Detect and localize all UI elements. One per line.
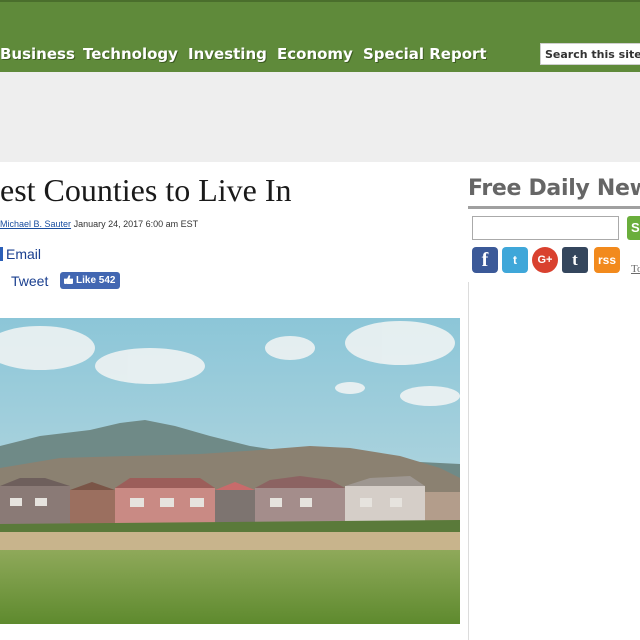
email-icon bbox=[0, 247, 3, 261]
heading-underline bbox=[468, 206, 640, 209]
nav-item-economy[interactable]: Economy bbox=[277, 45, 353, 63]
facebook-like-button[interactable]: Like 542 bbox=[60, 272, 121, 289]
twitter-icon[interactable]: t bbox=[502, 247, 528, 273]
thumbs-up-icon bbox=[64, 275, 73, 284]
article-date: January 24, 2017 6:00 am EST bbox=[73, 219, 199, 229]
email-label: Email bbox=[6, 246, 42, 262]
rss-icon[interactable]: rss bbox=[594, 247, 620, 273]
ad-banner-area bbox=[0, 72, 640, 162]
nav-item-special-report[interactable]: Special Report bbox=[363, 45, 487, 63]
nav-item-technology[interactable]: Technology bbox=[83, 45, 178, 63]
newsletter-submit-button[interactable]: S bbox=[627, 216, 640, 240]
author-link[interactable]: Michael B. Sauter bbox=[0, 219, 71, 229]
email-share-link[interactable]: Email bbox=[0, 246, 41, 262]
nav-item-investing[interactable]: Investing bbox=[188, 45, 267, 63]
newsletter-heading: Free Daily New bbox=[468, 176, 640, 201]
tweet-button[interactable]: Tweet bbox=[11, 273, 48, 289]
article-byline: Michael B. Sauter January 24, 2017 6:00 … bbox=[0, 219, 198, 229]
google-plus-icon[interactable]: G+ bbox=[532, 247, 558, 273]
facebook-icon[interactable]: f bbox=[472, 247, 498, 273]
hero-image-coastal-houses bbox=[0, 318, 460, 624]
like-label: Like 542 bbox=[76, 275, 116, 286]
top-navigation-bar: Business Technology Investing Economy Sp… bbox=[0, 0, 640, 72]
article-title: est Counties to Live In bbox=[0, 172, 292, 208]
tumblr-icon[interactable]: t bbox=[562, 247, 588, 273]
newsletter-email-input[interactable] bbox=[472, 216, 619, 240]
sidebar-partial-link[interactable]: To bbox=[631, 263, 640, 275]
search-input[interactable] bbox=[540, 43, 640, 65]
sidebar-divider bbox=[468, 282, 469, 640]
nav-item-business[interactable]: Business bbox=[0, 45, 75, 63]
